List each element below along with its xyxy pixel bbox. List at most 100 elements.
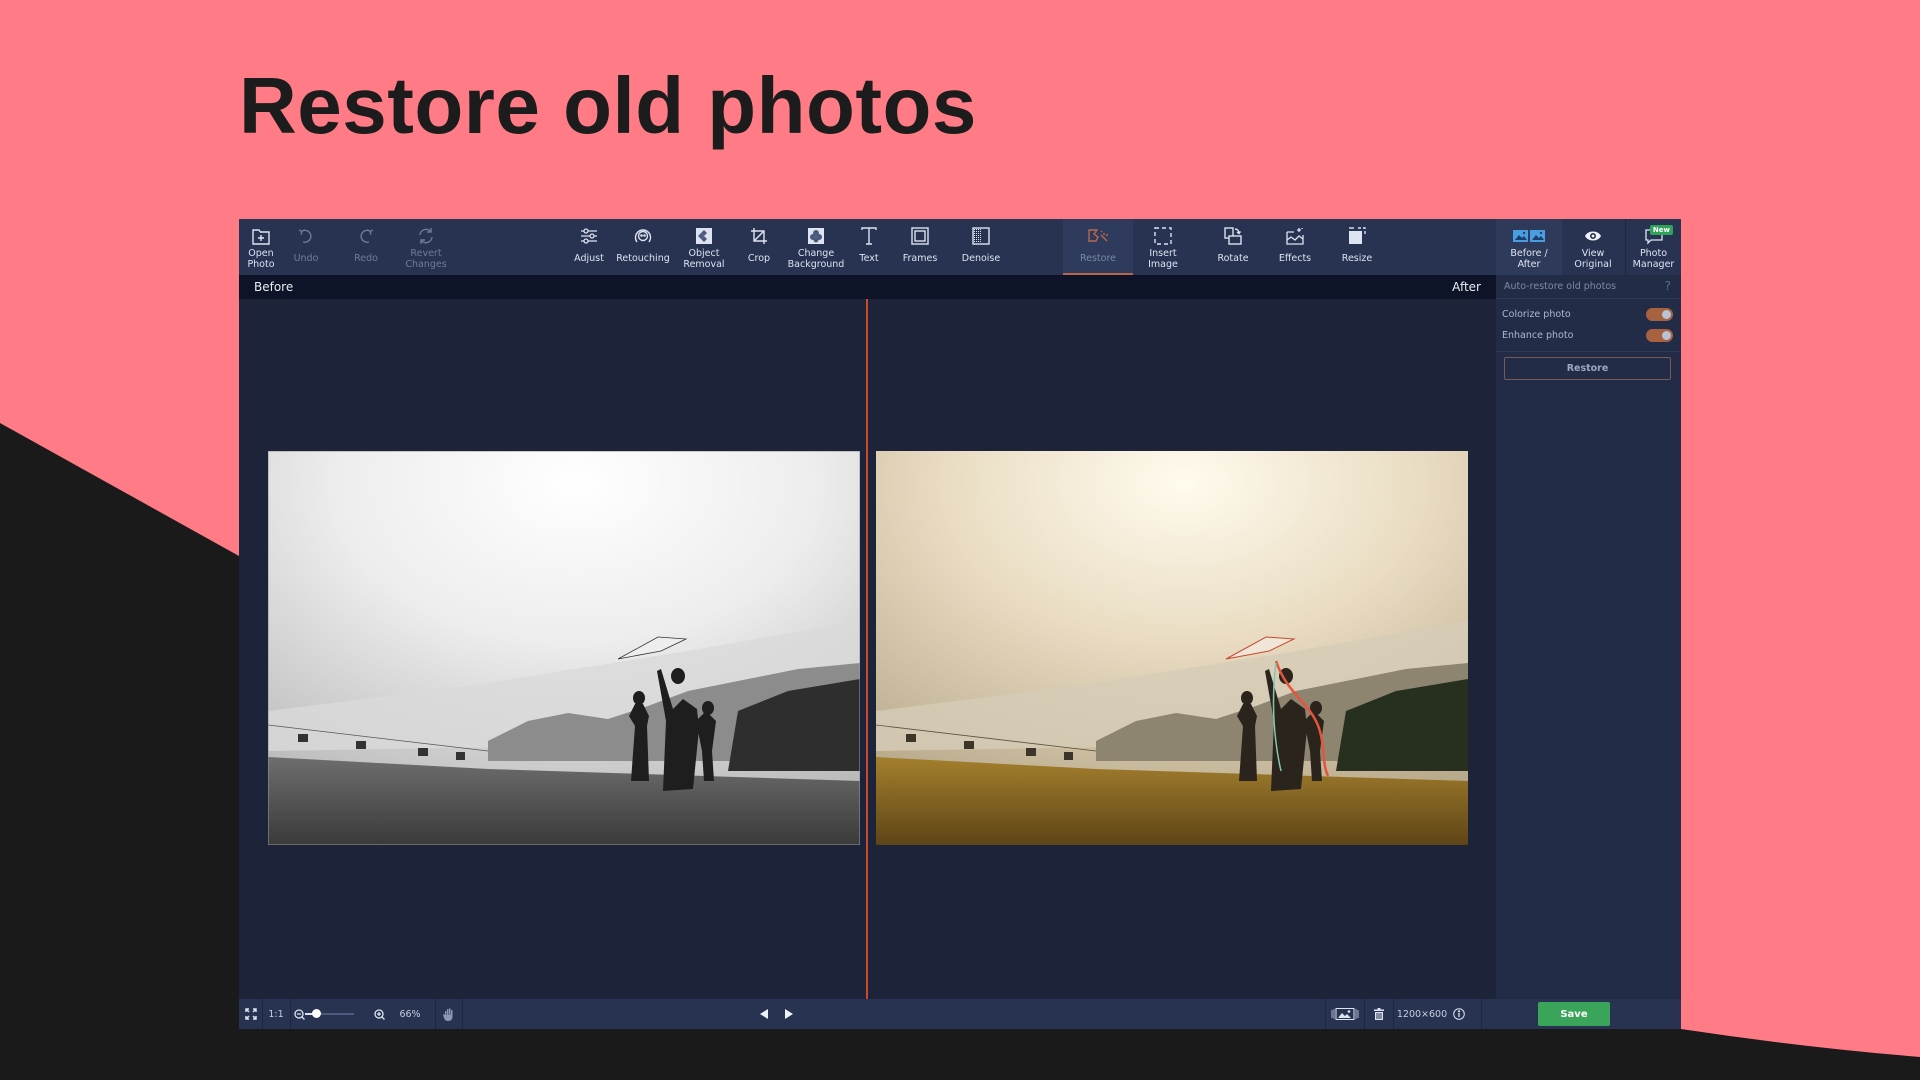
before-label: Before <box>254 280 294 294</box>
undo-icon <box>295 225 317 247</box>
enhance-label: Enhance photo <box>1502 330 1574 341</box>
image-dimensions: 1200×600 <box>1396 1008 1448 1020</box>
view-original-button[interactable]: View Original <box>1562 219 1624 275</box>
tool-denoise[interactable]: Denoise <box>949 219 1013 275</box>
tool-insert-image-label: Insert Image <box>1148 248 1178 270</box>
tool-effects-label: Effects <box>1278 253 1312 264</box>
image-canvas[interactable] <box>239 299 1496 999</box>
tool-change-background[interactable]: Change Background <box>785 219 847 275</box>
insert-image-icon <box>1152 225 1174 247</box>
separator <box>462 999 463 1029</box>
enhance-toggle[interactable] <box>1646 329 1673 342</box>
tool-frames-label: Frames <box>902 253 938 264</box>
tool-frames[interactable]: Frames <box>891 219 949 275</box>
tool-restore[interactable]: Restore <box>1063 219 1133 275</box>
tool-rotate[interactable]: Rotate <box>1205 219 1261 275</box>
tool-rotate-label: Rotate <box>1217 253 1249 264</box>
image-info-button[interactable] <box>1449 999 1469 1029</box>
tool-restore-label: Restore <box>1079 253 1117 264</box>
zoom-in-button[interactable] <box>371 999 387 1029</box>
tool-adjust[interactable]: Adjust <box>567 219 611 275</box>
tool-insert-image[interactable]: Insert Image <box>1133 219 1193 275</box>
zoom-level: 66% <box>399 1008 421 1020</box>
before-after-label: Before / After <box>1510 248 1548 270</box>
tool-crop[interactable]: Crop <box>733 219 785 275</box>
toggle-knob <box>1662 331 1671 340</box>
tool-adjust-label: Adjust <box>574 253 604 264</box>
sliders-icon <box>578 225 600 247</box>
page-title: Restore old photos <box>239 61 977 150</box>
change-background-icon <box>805 225 827 247</box>
zoom-slider-knob[interactable] <box>312 1009 321 1018</box>
separator <box>1393 999 1394 1029</box>
info-icon <box>1453 1008 1465 1020</box>
tool-effects[interactable]: Effects <box>1267 219 1323 275</box>
view-original-label: View Original <box>1574 248 1612 270</box>
fullscreen-button[interactable] <box>239 999 262 1029</box>
redo-label: Redo <box>354 253 378 264</box>
new-badge: New <box>1649 225 1673 235</box>
separator <box>1481 999 1482 1029</box>
tool-resize[interactable]: Resize <box>1329 219 1385 275</box>
tool-text[interactable]: Text <box>847 219 891 275</box>
tool-change-background-label: Change Background <box>787 248 845 270</box>
before-photo <box>268 451 860 845</box>
bottom-bar: 1:1 66% 1200×600 Save <box>239 999 1681 1029</box>
rotate-icon <box>1222 225 1244 247</box>
pan-tool-button[interactable] <box>436 999 462 1029</box>
zoom-slider[interactable] <box>291 999 371 1029</box>
after-label: After <box>1452 280 1481 294</box>
filmstrip-button[interactable] <box>1326 999 1364 1029</box>
restore-icon <box>1087 225 1109 247</box>
redo-icon <box>355 225 377 247</box>
revert-changes-button[interactable]: Revert Changes <box>401 219 451 275</box>
undo-label: Undo <box>293 253 319 264</box>
panel-header: Auto-restore old photos ? <box>1496 275 1681 299</box>
open-photo-label: Open Photo <box>247 248 275 270</box>
actual-size-button[interactable]: 1:1 <box>263 999 289 1029</box>
delete-button[interactable] <box>1365 999 1393 1029</box>
help-icon[interactable]: ? <box>1665 279 1671 293</box>
zoom-in-icon <box>373 1008 385 1020</box>
photo-manager-label: Photo Manager <box>1632 248 1675 270</box>
resize-icon <box>1346 225 1368 247</box>
compare-label-row: Before After <box>239 275 1496 299</box>
compare-split-handle[interactable] <box>866 299 868 999</box>
colorize-label: Colorize photo <box>1502 309 1571 320</box>
main-toolbar: Open Photo Undo Redo Revert Changes Adju… <box>239 219 1681 275</box>
restore-button[interactable]: Restore <box>1504 357 1671 380</box>
undo-button[interactable]: Undo <box>286 219 326 275</box>
toggle-knob <box>1662 310 1671 319</box>
next-arrow-icon <box>784 1009 793 1019</box>
before-after-button[interactable]: Before / After <box>1496 219 1562 275</box>
after-photo <box>876 451 1468 845</box>
previous-arrow-icon <box>759 1009 768 1019</box>
open-photo-button[interactable]: Open Photo <box>239 219 283 275</box>
colorize-toggle[interactable] <box>1646 308 1673 321</box>
open-photo-icon <box>250 225 272 247</box>
tool-retouching[interactable]: Retouching <box>611 219 675 275</box>
tool-object-removal[interactable]: Object Removal <box>675 219 733 275</box>
tool-retouching-label: Retouching <box>616 253 670 264</box>
tool-text-label: Text <box>859 253 879 264</box>
before-after-icon <box>1513 225 1545 247</box>
eye-icon <box>1582 225 1604 247</box>
restore-options: Colorize photo Enhance photo <box>1496 299 1681 352</box>
crop-icon <box>748 225 770 247</box>
restore-panel: Auto-restore old photos ? Colorize photo… <box>1496 275 1681 999</box>
after-photo-image <box>876 451 1468 845</box>
trash-icon <box>1374 1008 1384 1020</box>
revert-icon <box>415 225 437 247</box>
photo-editor-window: Open Photo Undo Redo Revert Changes Adju… <box>239 219 1681 1029</box>
next-image-button[interactable] <box>775 999 801 1029</box>
photo-manager-button[interactable]: New Photo Manager <box>1626 219 1681 275</box>
save-button[interactable]: Save <box>1538 1002 1610 1026</box>
retouching-face-icon <box>632 225 654 247</box>
previous-image-button[interactable] <box>751 999 777 1029</box>
hand-icon <box>443 1008 453 1021</box>
enhance-option: Enhance photo <box>1496 326 1681 347</box>
before-photo-image <box>268 451 860 845</box>
revert-changes-label: Revert Changes <box>405 248 447 270</box>
redo-button[interactable]: Redo <box>346 219 386 275</box>
tool-object-removal-label: Object Removal <box>683 248 725 270</box>
